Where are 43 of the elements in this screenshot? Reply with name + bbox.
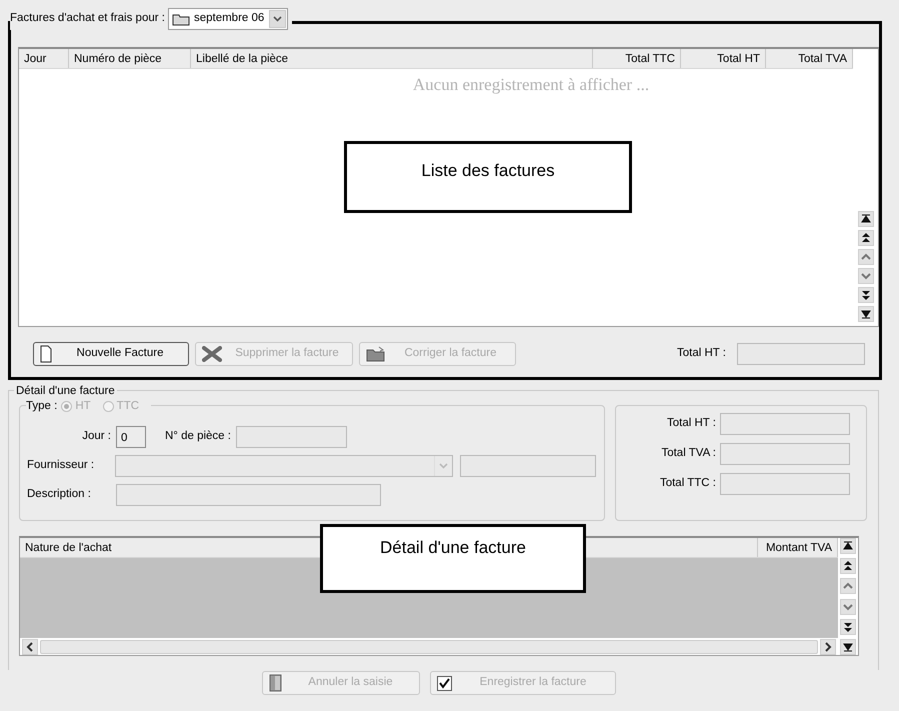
- frame-legend: Factures d'achat et frais pour :: [10, 10, 165, 28]
- folder-icon: [366, 346, 386, 362]
- column-header[interactable]: Libellé de la pièce: [191, 49, 593, 68]
- column-header[interactable]: Total TTC: [593, 49, 681, 68]
- type-label: Type :: [26, 399, 58, 414]
- scroll-button[interactable]: [840, 538, 856, 554]
- period-dropdown[interactable]: septembre 06: [168, 8, 288, 30]
- total-field[interactable]: [720, 473, 850, 495]
- total-label: Total HT :: [677, 346, 726, 362]
- column-header[interactable]: Numéro de pièce: [69, 49, 191, 68]
- cross-icon: [202, 346, 222, 362]
- total-field[interactable]: [720, 413, 850, 435]
- page-icon: [40, 345, 52, 363]
- callout-label: Liste des factures: [344, 141, 632, 213]
- scroll-button[interactable]: [840, 638, 856, 655]
- total-label: Total TVA :: [660, 446, 716, 462]
- total-label: Total HT :: [666, 416, 716, 432]
- right-icon: [823, 642, 833, 652]
- chevron-down-icon: [438, 463, 448, 469]
- field-label: N° de pièce :: [165, 429, 231, 444]
- total-field[interactable]: [737, 343, 865, 365]
- total-label: Total TTC :: [658, 476, 716, 492]
- scroll-button[interactable]: [858, 211, 874, 227]
- left-icon: [25, 642, 35, 652]
- checkbox-icon: [436, 676, 452, 690]
- total-field[interactable]: [720, 443, 850, 465]
- field-label: Fournisseur :: [27, 458, 96, 474]
- horizontal-scrollbar[interactable]: [20, 638, 838, 655]
- scroll-button[interactable]: [840, 558, 856, 574]
- callout-label: Détail d'une facture: [320, 524, 586, 593]
- scroll-button[interactable]: [840, 618, 856, 635]
- field-label: Jour :: [81, 429, 111, 444]
- column-header[interactable]: Total HT: [681, 49, 766, 68]
- empty-message: Aucun enregistrement à afficher ...: [412, 74, 650, 96]
- scroll-button[interactable]: [858, 306, 874, 322]
- chevron-down-icon: [273, 16, 282, 22]
- scroll-button[interactable]: [858, 230, 874, 246]
- field-label: Description :: [27, 487, 92, 502]
- scroll-button[interactable]: [858, 287, 874, 303]
- button[interactable]: Nouvelle Facture: [33, 342, 189, 366]
- column-header[interactable]: Jour: [19, 49, 69, 68]
- door-icon: [268, 674, 282, 692]
- folder-icon: [172, 12, 190, 26]
